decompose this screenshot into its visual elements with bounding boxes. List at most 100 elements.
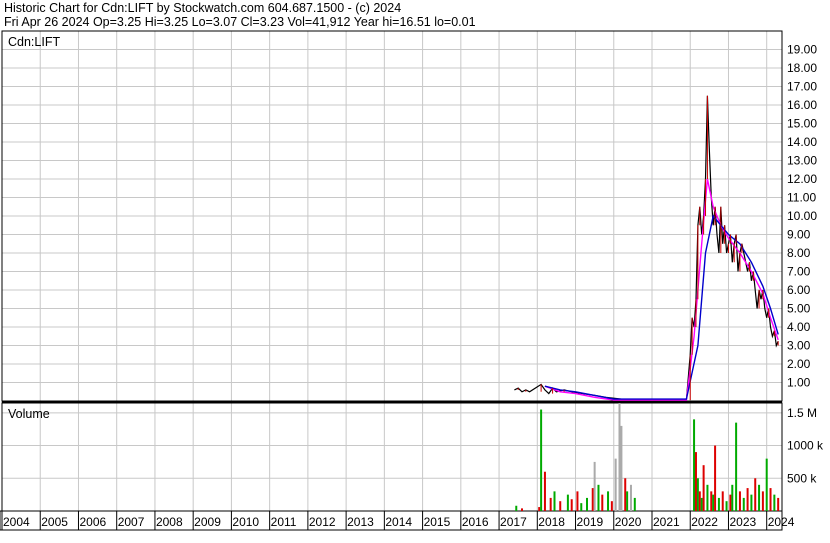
x-tick-label: 2007	[118, 515, 145, 529]
price-y-tick-label: 2.00	[787, 357, 811, 371]
volume-bar	[515, 505, 518, 511]
volume-bar	[633, 497, 636, 511]
x-tick-label: 2014	[385, 515, 412, 529]
volume-bar	[693, 419, 696, 511]
price-y-tick-label: 12.00	[787, 172, 817, 186]
series-line-price	[514, 95, 779, 401]
price-y-tick-label: 3.00	[787, 339, 811, 353]
x-tick-label: 2010	[232, 515, 259, 529]
x-tick-label: 2023	[729, 515, 756, 529]
volume-bar	[754, 478, 757, 511]
volume-bar	[597, 484, 600, 511]
x-tick-label: 2020	[615, 515, 642, 529]
x-tick-label: 2019	[577, 515, 604, 529]
x-tick-label: 2016	[462, 515, 489, 529]
volume-bar	[549, 497, 552, 511]
price-y-tick-label: 6.00	[787, 283, 811, 297]
volume-bar	[694, 452, 697, 511]
price-y-tick-label: 8.00	[787, 246, 811, 260]
x-tick-label: 2015	[424, 515, 451, 529]
volume-bar	[601, 494, 604, 511]
price-y-tick-label: 15.00	[787, 117, 817, 131]
price-y-tick-label: 9.00	[787, 228, 811, 242]
volume-bar	[591, 488, 594, 511]
volume-bar	[721, 491, 724, 511]
volume-bar	[586, 497, 588, 511]
volume-bar	[738, 491, 741, 511]
volume-bar	[696, 478, 699, 511]
volume-bar	[626, 491, 629, 511]
series-line-ma_long	[544, 214, 779, 400]
price-y-tick-label: 19.00	[787, 43, 817, 57]
x-tick-label: 2021	[653, 515, 680, 529]
volume-bar	[710, 491, 713, 511]
volume-bar	[773, 494, 776, 511]
volume-bar	[610, 501, 613, 511]
volume-bar	[729, 494, 732, 511]
x-tick-label: 2012	[309, 515, 336, 529]
x-tick-label: 2008	[156, 515, 183, 529]
volume-bar	[540, 409, 543, 511]
price-y-tick-label: 11.00	[787, 191, 816, 205]
volume-bar	[758, 484, 761, 511]
volume-bar	[777, 497, 780, 511]
volume-bar	[717, 497, 720, 511]
volume-y-tick-label: 1.5 M	[787, 406, 817, 420]
price-y-tick-label: 16.00	[787, 98, 817, 112]
price-y-tick-label: 7.00	[787, 265, 811, 279]
price-y-tick-label: 18.00	[787, 61, 817, 75]
volume-bar	[521, 508, 523, 511]
volume-bar	[761, 491, 764, 511]
volume-bar	[702, 465, 705, 511]
price-y-tick-label: 4.00	[787, 320, 811, 334]
volume-bar	[614, 458, 617, 511]
x-tick-label: 2024	[768, 515, 795, 529]
x-tick-label: 2013	[347, 515, 374, 529]
x-tick-label: 2006	[79, 515, 106, 529]
price-y-tick-label: 5.00	[787, 302, 811, 316]
price-y-tick-label: 1.00	[787, 376, 811, 390]
price-y-tick-label: 14.00	[787, 135, 817, 149]
volume-panel-label: Volume	[8, 407, 50, 421]
volume-bar	[769, 488, 772, 511]
volume-bar	[700, 497, 703, 511]
volume-bar	[725, 501, 728, 511]
volume-bar	[553, 491, 556, 511]
volume-y-tick-label: 500 k	[787, 471, 817, 485]
volume-bar	[593, 461, 596, 511]
x-tick-label: 2018	[538, 515, 565, 529]
volume-bar	[566, 494, 569, 511]
volume-bar	[580, 503, 583, 511]
x-tick-label: 2005	[41, 515, 68, 529]
volume-bar	[712, 494, 715, 511]
volume-bar	[765, 458, 768, 511]
volume-bar	[714, 445, 717, 511]
x-tick-label: 2022	[691, 515, 718, 529]
price-y-tick-label: 10.00	[787, 209, 817, 223]
x-tick-label: 2017	[500, 515, 527, 529]
price-y-tick-label: 17.00	[787, 80, 817, 94]
price-volume-chart: 1.00 2.00 3.00 4.00 5.00 6.00 7.00 8.00 9.00 10.0…	[0, 30, 824, 531]
volume-bar	[624, 478, 627, 511]
volume-bar	[742, 497, 745, 511]
volume-bar	[735, 422, 738, 511]
volume-bar	[746, 488, 749, 511]
volume-bar	[750, 494, 753, 511]
volume-bar	[570, 499, 573, 511]
x-tick-label: 2004	[3, 515, 30, 529]
volume-bar	[607, 491, 610, 511]
volume-bar	[618, 403, 621, 511]
volume-y-tick-label: 1000 k	[787, 439, 824, 453]
volume-bar	[576, 491, 579, 511]
volume-bar	[538, 507, 541, 511]
volume-bar	[559, 501, 562, 511]
volume-bar	[698, 491, 701, 511]
volume-bar	[620, 425, 623, 511]
x-tick-label: 2009	[194, 515, 221, 529]
price-panel-label: Cdn:LIFT	[8, 35, 60, 49]
volume-bar	[629, 484, 632, 511]
volume-panel-frame	[1, 402, 783, 512]
x-tick-label: 2011	[271, 515, 297, 529]
volume-bar	[706, 484, 709, 511]
volume-bar	[731, 484, 734, 511]
